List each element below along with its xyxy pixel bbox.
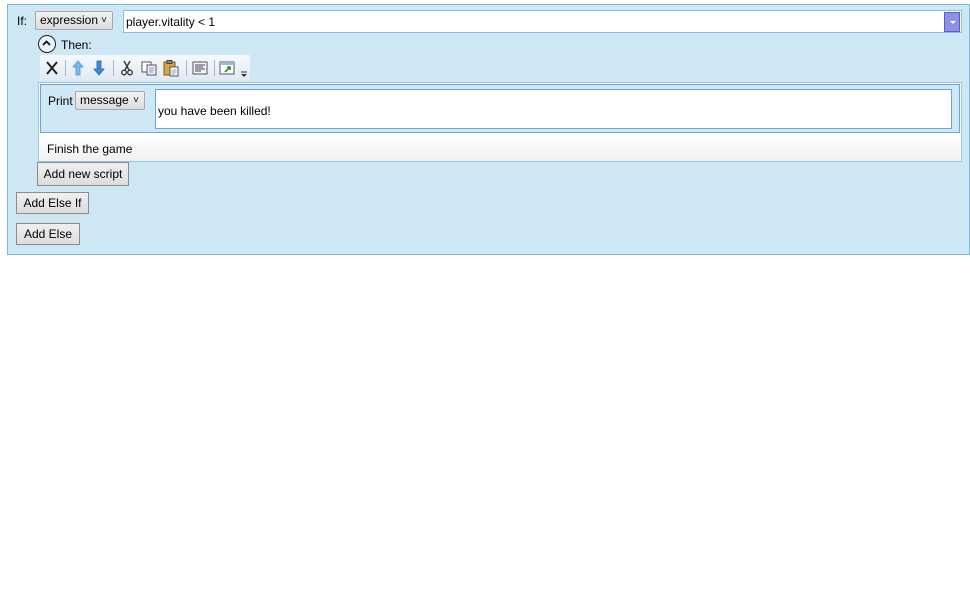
add-else-button[interactable]: Add Else (16, 223, 80, 245)
script-row-print[interactable]: Print message ˅ you have been killed! (40, 84, 960, 133)
if-block-panel: If: expression ˅ player.vitality < 1 The… (7, 4, 970, 255)
cut-icon[interactable] (117, 58, 137, 78)
finish-game-label: Finish the game (47, 142, 132, 156)
popout-icon[interactable] (217, 58, 237, 78)
move-up-icon[interactable] (68, 58, 88, 78)
toolbar-separator (113, 60, 114, 76)
print-message-value: you have been killed! (158, 104, 271, 118)
script-row-finish[interactable]: Finish the game (40, 135, 960, 161)
condition-type-value: expression (40, 13, 98, 27)
then-label: Then: (61, 38, 92, 52)
move-down-icon[interactable] (89, 58, 109, 78)
chevron-up-icon (39, 36, 54, 51)
add-else-if-button[interactable]: Add Else If (16, 192, 89, 214)
toolbar-separator (214, 60, 215, 76)
print-label: Print (48, 94, 73, 108)
then-scripts-list: Print message ˅ you have been killed! Fi… (38, 82, 962, 162)
toolbar-separator (65, 60, 66, 76)
chevron-down-icon: ˅ (101, 12, 107, 29)
delete-icon[interactable] (42, 58, 62, 78)
overflow-icon[interactable] (238, 58, 250, 78)
chevron-down-icon: ˅ (133, 92, 139, 109)
print-type-value: message (80, 93, 129, 107)
print-message-input[interactable]: you have been killed! (155, 89, 952, 129)
script-toolbar (40, 55, 250, 81)
condition-expression-value: player.vitality < 1 (126, 15, 215, 29)
expression-dropdown-button[interactable] (944, 12, 960, 32)
code-view-icon[interactable] (190, 58, 210, 78)
paste-icon[interactable] (161, 58, 181, 78)
collapse-then-button[interactable] (38, 35, 56, 53)
print-type-dropdown[interactable]: message ˅ (75, 91, 145, 110)
copy-icon[interactable] (139, 58, 159, 78)
toolbar-separator (186, 60, 187, 76)
if-label: If: (17, 14, 27, 28)
add-new-script-button[interactable]: Add new script (37, 162, 129, 186)
condition-type-dropdown[interactable]: expression ˅ (35, 11, 113, 30)
condition-expression-input[interactable]: player.vitality < 1 (123, 10, 962, 33)
